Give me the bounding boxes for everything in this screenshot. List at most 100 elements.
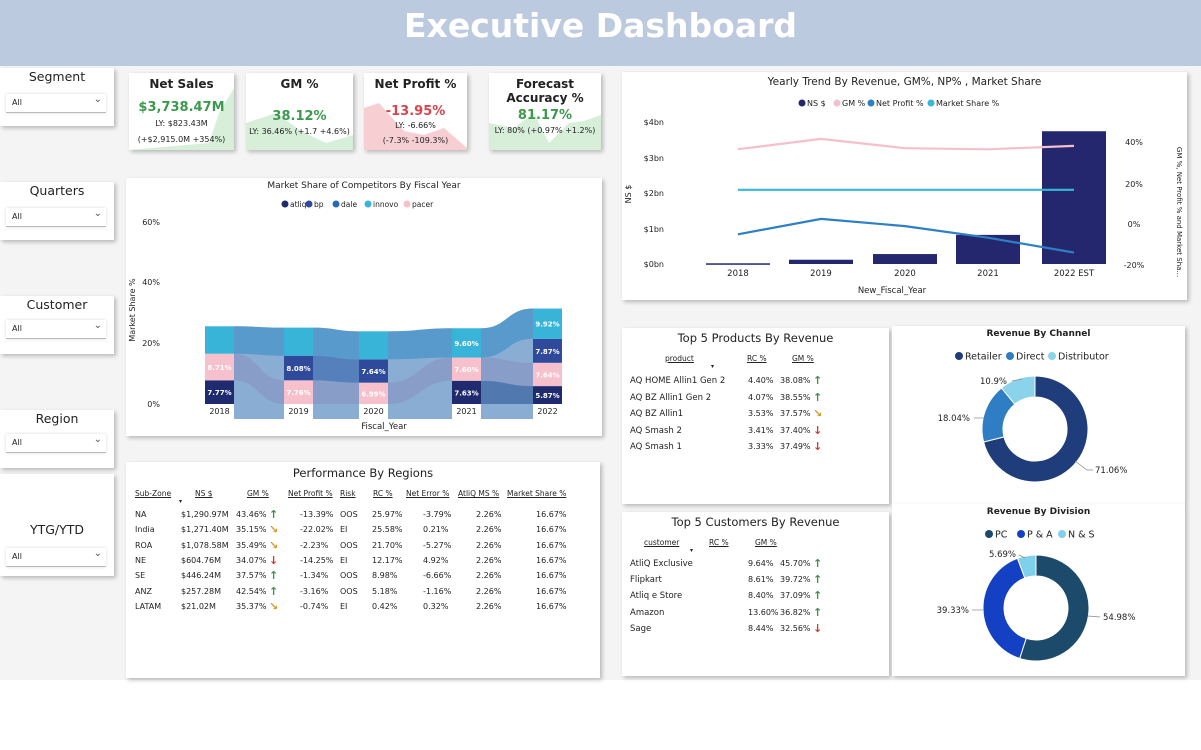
table-row: ANZ $257.28M 42.54% ↑ -3.16% OOS 5.18% -1.16% 2.… xyxy=(126,586,600,601)
cell-atliq-ms: 2.26% xyxy=(476,555,502,565)
arrow-down-right-icon: ↘ xyxy=(269,599,279,613)
x-tick-label: 2022 EST xyxy=(1054,269,1095,279)
cell-market-share: 16.67% xyxy=(536,525,567,535)
slicer-label: Customer xyxy=(26,297,88,312)
column-header[interactable]: Market Share % xyxy=(507,489,566,498)
arrow-up-icon: ↑ xyxy=(813,557,823,570)
quarters-dropdown[interactable]: All ⌄ xyxy=(6,208,106,227)
cell-risk: EI xyxy=(340,601,348,611)
cell-rc: 3.33% xyxy=(748,442,774,451)
kpi-last-year: LY: 36.46% (+1.7 +4.6%) xyxy=(249,127,350,136)
table-row: AQ Smash 2 3.41% 37.40% ↓ xyxy=(622,425,889,440)
cell-sub-zone: SE xyxy=(135,571,146,581)
data-label: 7.77% xyxy=(207,389,231,397)
cell-rc: 3.41% xyxy=(748,425,774,435)
y-tick-label-left: $1bn xyxy=(644,225,664,234)
table-row: AQ BZ Allin1 Gen 2 4.07% 38.55% ↑ xyxy=(622,392,889,407)
cell-net-error: -3.79% xyxy=(423,510,452,519)
column-header[interactable]: GM % xyxy=(792,354,814,363)
regions-table-card: Performance By Regions Sub-Zone NS $ GM % N… xyxy=(126,462,600,678)
table-title: Top 5 Customers By Revenue xyxy=(671,515,840,529)
table-row: LATAM $21.02M 35.37% ↘ -0.74% EI 0.42% 0.32% 2.2… xyxy=(126,599,600,616)
column-header[interactable]: Sub-Zone xyxy=(135,489,171,498)
kpi-card-forecast-accuracy: Forecast Accuracy % 81.17% LY: 80% (+0.9… xyxy=(489,73,601,150)
slicer-value: All xyxy=(12,98,22,107)
cell-market-share: 16.67% xyxy=(536,540,567,550)
data-label: 10.9% xyxy=(980,377,1007,387)
kpi-last-year: LY: $823.43M xyxy=(155,119,208,128)
column-header[interactable]: product xyxy=(665,354,694,363)
cell-net-profit: -3.16% xyxy=(300,586,329,596)
column-header[interactable]: GM % xyxy=(755,538,777,547)
cell-gm: 45.70% xyxy=(780,559,811,568)
column-header[interactable]: Net Error % xyxy=(406,489,449,498)
column-header[interactable]: AtliQ MS % xyxy=(458,489,499,498)
legend-marker xyxy=(985,530,993,538)
cell-rc: 5.18% xyxy=(372,586,398,596)
ytg-ytd-slicer: YTG/YTD All ⌄ xyxy=(0,474,114,576)
cell-risk: EI xyxy=(340,555,348,565)
cell-sub-zone: India xyxy=(135,525,155,535)
column-header[interactable]: Risk xyxy=(340,489,356,498)
cell-name: AQ Smash 1 xyxy=(630,442,682,452)
table-row: NA $1,290.97M 43.46% ↑ -13.39% OOS 25.97% -3.79… xyxy=(126,509,600,524)
arrow-up-icon: ↑ xyxy=(813,374,823,387)
bar-ns xyxy=(706,263,770,265)
cell-ns: $604.76M xyxy=(181,555,221,565)
legend-marker xyxy=(955,352,963,360)
x-tick-label: 2021 xyxy=(456,407,476,416)
leader-line xyxy=(1087,615,1101,618)
cell-ns: $1,290.97M xyxy=(181,510,229,519)
y-axis-left-label: NS $ xyxy=(624,185,633,204)
page-title: Executive Dashboard xyxy=(404,6,797,45)
cell-rc: 8.61% xyxy=(748,575,774,585)
slicer-label: Region xyxy=(35,411,79,426)
ytg-ytd-dropdown[interactable]: All ⌄ xyxy=(6,548,106,567)
sort-icon[interactable]: ▾ xyxy=(711,363,714,370)
y-tick-label-left: $0bn xyxy=(644,260,664,269)
column-header[interactable]: GM % xyxy=(247,489,269,498)
cell-rc: 9.64% xyxy=(748,559,774,568)
table-title: Top 5 Products By Revenue xyxy=(677,331,834,345)
cell-atliq-ms: 2.26% xyxy=(476,510,502,519)
data-label: 7.87% xyxy=(535,348,559,356)
cell-gm: 42.54% xyxy=(236,586,267,596)
column-header[interactable]: NS $ xyxy=(195,489,213,498)
cell-name: AQ BZ Allin1 Gen 2 xyxy=(630,392,712,403)
cell-name: AQ BZ Allin1 xyxy=(630,409,684,419)
cell-market-share: 16.67% xyxy=(536,586,567,596)
bar-ns xyxy=(1042,131,1106,264)
products-table-card: Top 5 Products By Revenue product RC % GM … xyxy=(622,328,889,504)
customer-dropdown[interactable]: All ⌄ xyxy=(6,320,106,339)
cell-rc: 4.40% xyxy=(748,376,774,385)
data-label: 6.99% xyxy=(361,390,385,398)
cell-market-share: 16.67% xyxy=(536,601,567,611)
line-net-profit- xyxy=(737,217,1075,254)
competitors-chart-card: Market Share of Competitors By Fiscal Ye… xyxy=(126,178,602,436)
cell-rc: 13.60% xyxy=(748,607,779,617)
legend-label: Retailer xyxy=(965,352,1002,363)
cell-sub-zone: LATAM xyxy=(135,601,162,611)
sort-icon[interactable]: ▾ xyxy=(690,547,693,554)
competitors-chart: atliq bp dale innovo pacer 60% 40% 20% 0% 7.77%… xyxy=(128,200,562,432)
kpi-value: 81.17% xyxy=(517,108,573,123)
arrow-down-right-icon: ↘ xyxy=(269,538,279,552)
column-header[interactable]: RC % xyxy=(709,538,729,547)
data-label: 7.64% xyxy=(535,371,559,379)
column-header[interactable]: RC % xyxy=(373,489,393,498)
legend-marker xyxy=(1017,530,1025,538)
arrow-up-icon: ↑ xyxy=(813,573,823,587)
segment-dropdown[interactable]: All ⌄ xyxy=(6,94,106,113)
cell-ns: $257.28M xyxy=(181,586,221,596)
column-header[interactable]: customer xyxy=(644,538,679,547)
leader-line xyxy=(1074,460,1093,471)
cell-net-error: 4.92% xyxy=(423,555,449,565)
kpi-value: $3,738.47M xyxy=(138,100,225,115)
column-header[interactable]: Net Profit % xyxy=(288,489,333,498)
column-header[interactable]: RC % xyxy=(747,354,767,363)
cell-rc: 25.97% xyxy=(372,510,403,519)
legend-marker xyxy=(833,99,841,107)
region-dropdown[interactable]: All ⌄ xyxy=(6,434,106,453)
data-label: 71.06% xyxy=(1095,466,1127,476)
sort-icon[interactable]: ▾ xyxy=(179,498,182,505)
